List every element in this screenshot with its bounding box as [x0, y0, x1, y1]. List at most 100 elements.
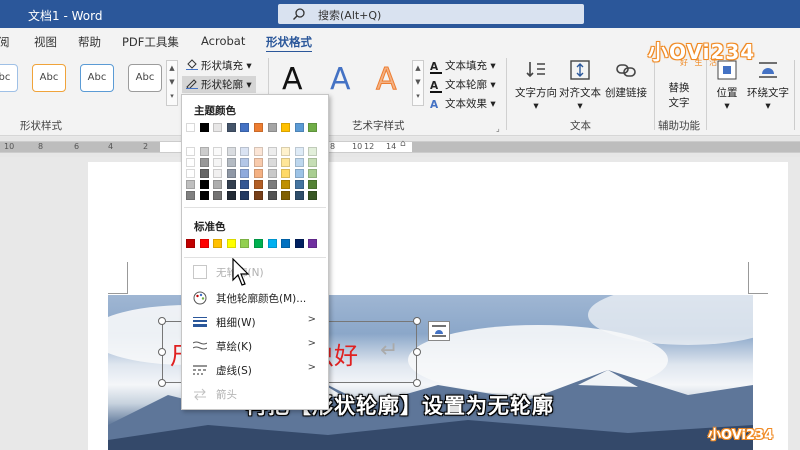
theme-color-shade-swatch[interactable]: [199, 158, 209, 167]
theme-color-shade-swatch[interactable]: [294, 191, 304, 200]
theme-color-swatch[interactable]: [226, 123, 236, 132]
theme-color-shade-swatch[interactable]: [254, 158, 263, 167]
arrows-item[interactable]: 箭头: [184, 383, 326, 405]
indent-marker-icon[interactable]: ⌂: [400, 139, 406, 149]
theme-color-shade-swatch[interactable]: [308, 158, 318, 167]
text-fill-button[interactable]: A 文本填充 ▾: [430, 58, 496, 74]
theme-color-shade-swatch[interactable]: [308, 191, 318, 200]
standard-color-swatch[interactable]: [308, 239, 318, 248]
theme-color-shade-swatch[interactable]: [213, 191, 223, 200]
standard-color-swatch[interactable]: [199, 239, 209, 248]
theme-color-swatch[interactable]: [213, 123, 223, 132]
theme-color-shade-swatch[interactable]: [240, 191, 250, 200]
theme-color-shade-swatch[interactable]: [226, 169, 236, 178]
theme-color-shade-swatch[interactable]: [267, 180, 277, 189]
theme-color-shade-swatch[interactable]: [240, 147, 250, 156]
tab-view[interactable]: 视图: [34, 34, 57, 50]
shape-style-preset[interactable]: Abc: [0, 64, 18, 92]
theme-color-swatch[interactable]: [308, 123, 318, 132]
wrap-text-button[interactable]: 环绕文字 ▾: [744, 58, 792, 112]
shape-outline-button[interactable]: 形状轮廓 ▾: [182, 76, 256, 93]
theme-color-shade-swatch[interactable]: [294, 180, 304, 189]
theme-color-shade-swatch[interactable]: [254, 191, 263, 200]
theme-color-shade-swatch[interactable]: [213, 147, 223, 156]
theme-color-swatch[interactable]: [281, 123, 291, 132]
theme-color-shade-swatch[interactable]: [199, 169, 209, 178]
gallery-scroll[interactable]: ▲ ▼ ▾: [166, 60, 178, 106]
align-text-button[interactable]: 对齐文本 ▾: [558, 58, 602, 112]
resize-handle[interactable]: [413, 348, 421, 356]
tab-shape-format[interactable]: 形状格式: [266, 34, 312, 53]
create-link-button[interactable]: 创建链接: [602, 58, 650, 100]
dashes-item[interactable]: 虚线(S) >: [184, 359, 326, 381]
standard-color-swatch[interactable]: [186, 239, 195, 248]
text-effects-button[interactable]: A 文本效果 ▾: [430, 96, 496, 112]
theme-color-shade-swatch[interactable]: [267, 147, 277, 156]
tab-help[interactable]: 帮助: [78, 34, 101, 50]
standard-color-swatch[interactable]: [281, 239, 291, 248]
theme-color-shade-swatch[interactable]: [240, 180, 250, 189]
theme-color-shade-swatch[interactable]: [254, 147, 263, 156]
standard-color-swatch[interactable]: [226, 239, 236, 248]
theme-color-shade-swatch[interactable]: [267, 158, 277, 167]
theme-color-shade-swatch[interactable]: [267, 191, 277, 200]
resize-handle[interactable]: [158, 317, 166, 325]
theme-color-shade-swatch[interactable]: [213, 180, 223, 189]
sketch-item[interactable]: 草绘(K) >: [184, 335, 326, 357]
theme-color-shade-swatch[interactable]: [186, 158, 195, 167]
theme-color-shade-swatch[interactable]: [254, 180, 263, 189]
theme-color-swatch[interactable]: [240, 123, 250, 132]
resize-handle[interactable]: [158, 348, 166, 356]
wordart-style-black[interactable]: A: [282, 62, 303, 97]
theme-color-shade-swatch[interactable]: [281, 147, 291, 156]
theme-color-shade-swatch[interactable]: [281, 169, 291, 178]
tab-pdf-tools[interactable]: PDF工具集: [122, 34, 179, 50]
more-outline-colors-item[interactable]: 其他轮廓颜色(M)...: [184, 287, 326, 309]
theme-color-shade-swatch[interactable]: [186, 169, 195, 178]
wordart-style-orange[interactable]: A: [376, 62, 398, 98]
theme-color-shade-swatch[interactable]: [226, 147, 236, 156]
theme-color-swatch[interactable]: [186, 123, 195, 132]
theme-color-shade-swatch[interactable]: [199, 191, 209, 200]
layout-options-button[interactable]: [428, 321, 450, 341]
search-box[interactable]: 搜索(Alt+Q): [278, 4, 584, 24]
theme-color-shade-swatch[interactable]: [213, 169, 223, 178]
theme-color-shade-swatch[interactable]: [226, 180, 236, 189]
theme-color-shade-swatch[interactable]: [308, 180, 318, 189]
theme-color-shade-swatch[interactable]: [186, 180, 195, 189]
theme-color-shade-swatch[interactable]: [213, 158, 223, 167]
theme-color-shade-swatch[interactable]: [226, 191, 236, 200]
standard-color-swatch[interactable]: [240, 239, 250, 248]
theme-color-swatch[interactable]: [267, 123, 277, 132]
theme-color-shade-swatch[interactable]: [281, 191, 291, 200]
shape-fill-button[interactable]: 形状填充 ▾: [186, 58, 252, 73]
theme-color-shade-swatch[interactable]: [308, 169, 318, 178]
resize-handle[interactable]: [413, 317, 421, 325]
shape-style-preset[interactable]: Abc: [128, 64, 162, 92]
theme-color-shade-swatch[interactable]: [199, 180, 209, 189]
theme-color-shade-swatch[interactable]: [267, 169, 277, 178]
resize-handle[interactable]: [158, 379, 166, 387]
theme-color-shade-swatch[interactable]: [281, 158, 291, 167]
theme-color-shade-swatch[interactable]: [308, 147, 318, 156]
theme-color-shade-swatch[interactable]: [240, 158, 250, 167]
theme-color-shade-swatch[interactable]: [226, 158, 236, 167]
alt-text-button[interactable]: 替换 文字: [660, 80, 698, 110]
theme-color-shade-swatch[interactable]: [254, 169, 263, 178]
dialog-launcher-icon[interactable]: ⌟: [496, 124, 500, 133]
theme-color-shade-swatch[interactable]: [186, 191, 195, 200]
standard-color-swatch[interactable]: [254, 239, 263, 248]
wordart-gallery-scroll[interactable]: ▲ ▼ ▾: [412, 60, 424, 106]
theme-color-swatch[interactable]: [199, 123, 209, 132]
theme-color-shade-swatch[interactable]: [294, 158, 304, 167]
theme-color-shade-swatch[interactable]: [186, 147, 195, 156]
no-outline-item[interactable]: 无轮廓(N): [184, 261, 326, 283]
standard-color-swatch[interactable]: [267, 239, 277, 248]
more-arrange-icon[interactable]: [794, 60, 800, 130]
theme-color-swatch[interactable]: [294, 123, 304, 132]
theme-color-shade-swatch[interactable]: [294, 169, 304, 178]
shape-style-preset[interactable]: Abc: [32, 64, 66, 92]
theme-color-shade-swatch[interactable]: [281, 180, 291, 189]
theme-color-swatch[interactable]: [254, 123, 263, 132]
wordart-style-blue[interactable]: A: [330, 62, 351, 97]
